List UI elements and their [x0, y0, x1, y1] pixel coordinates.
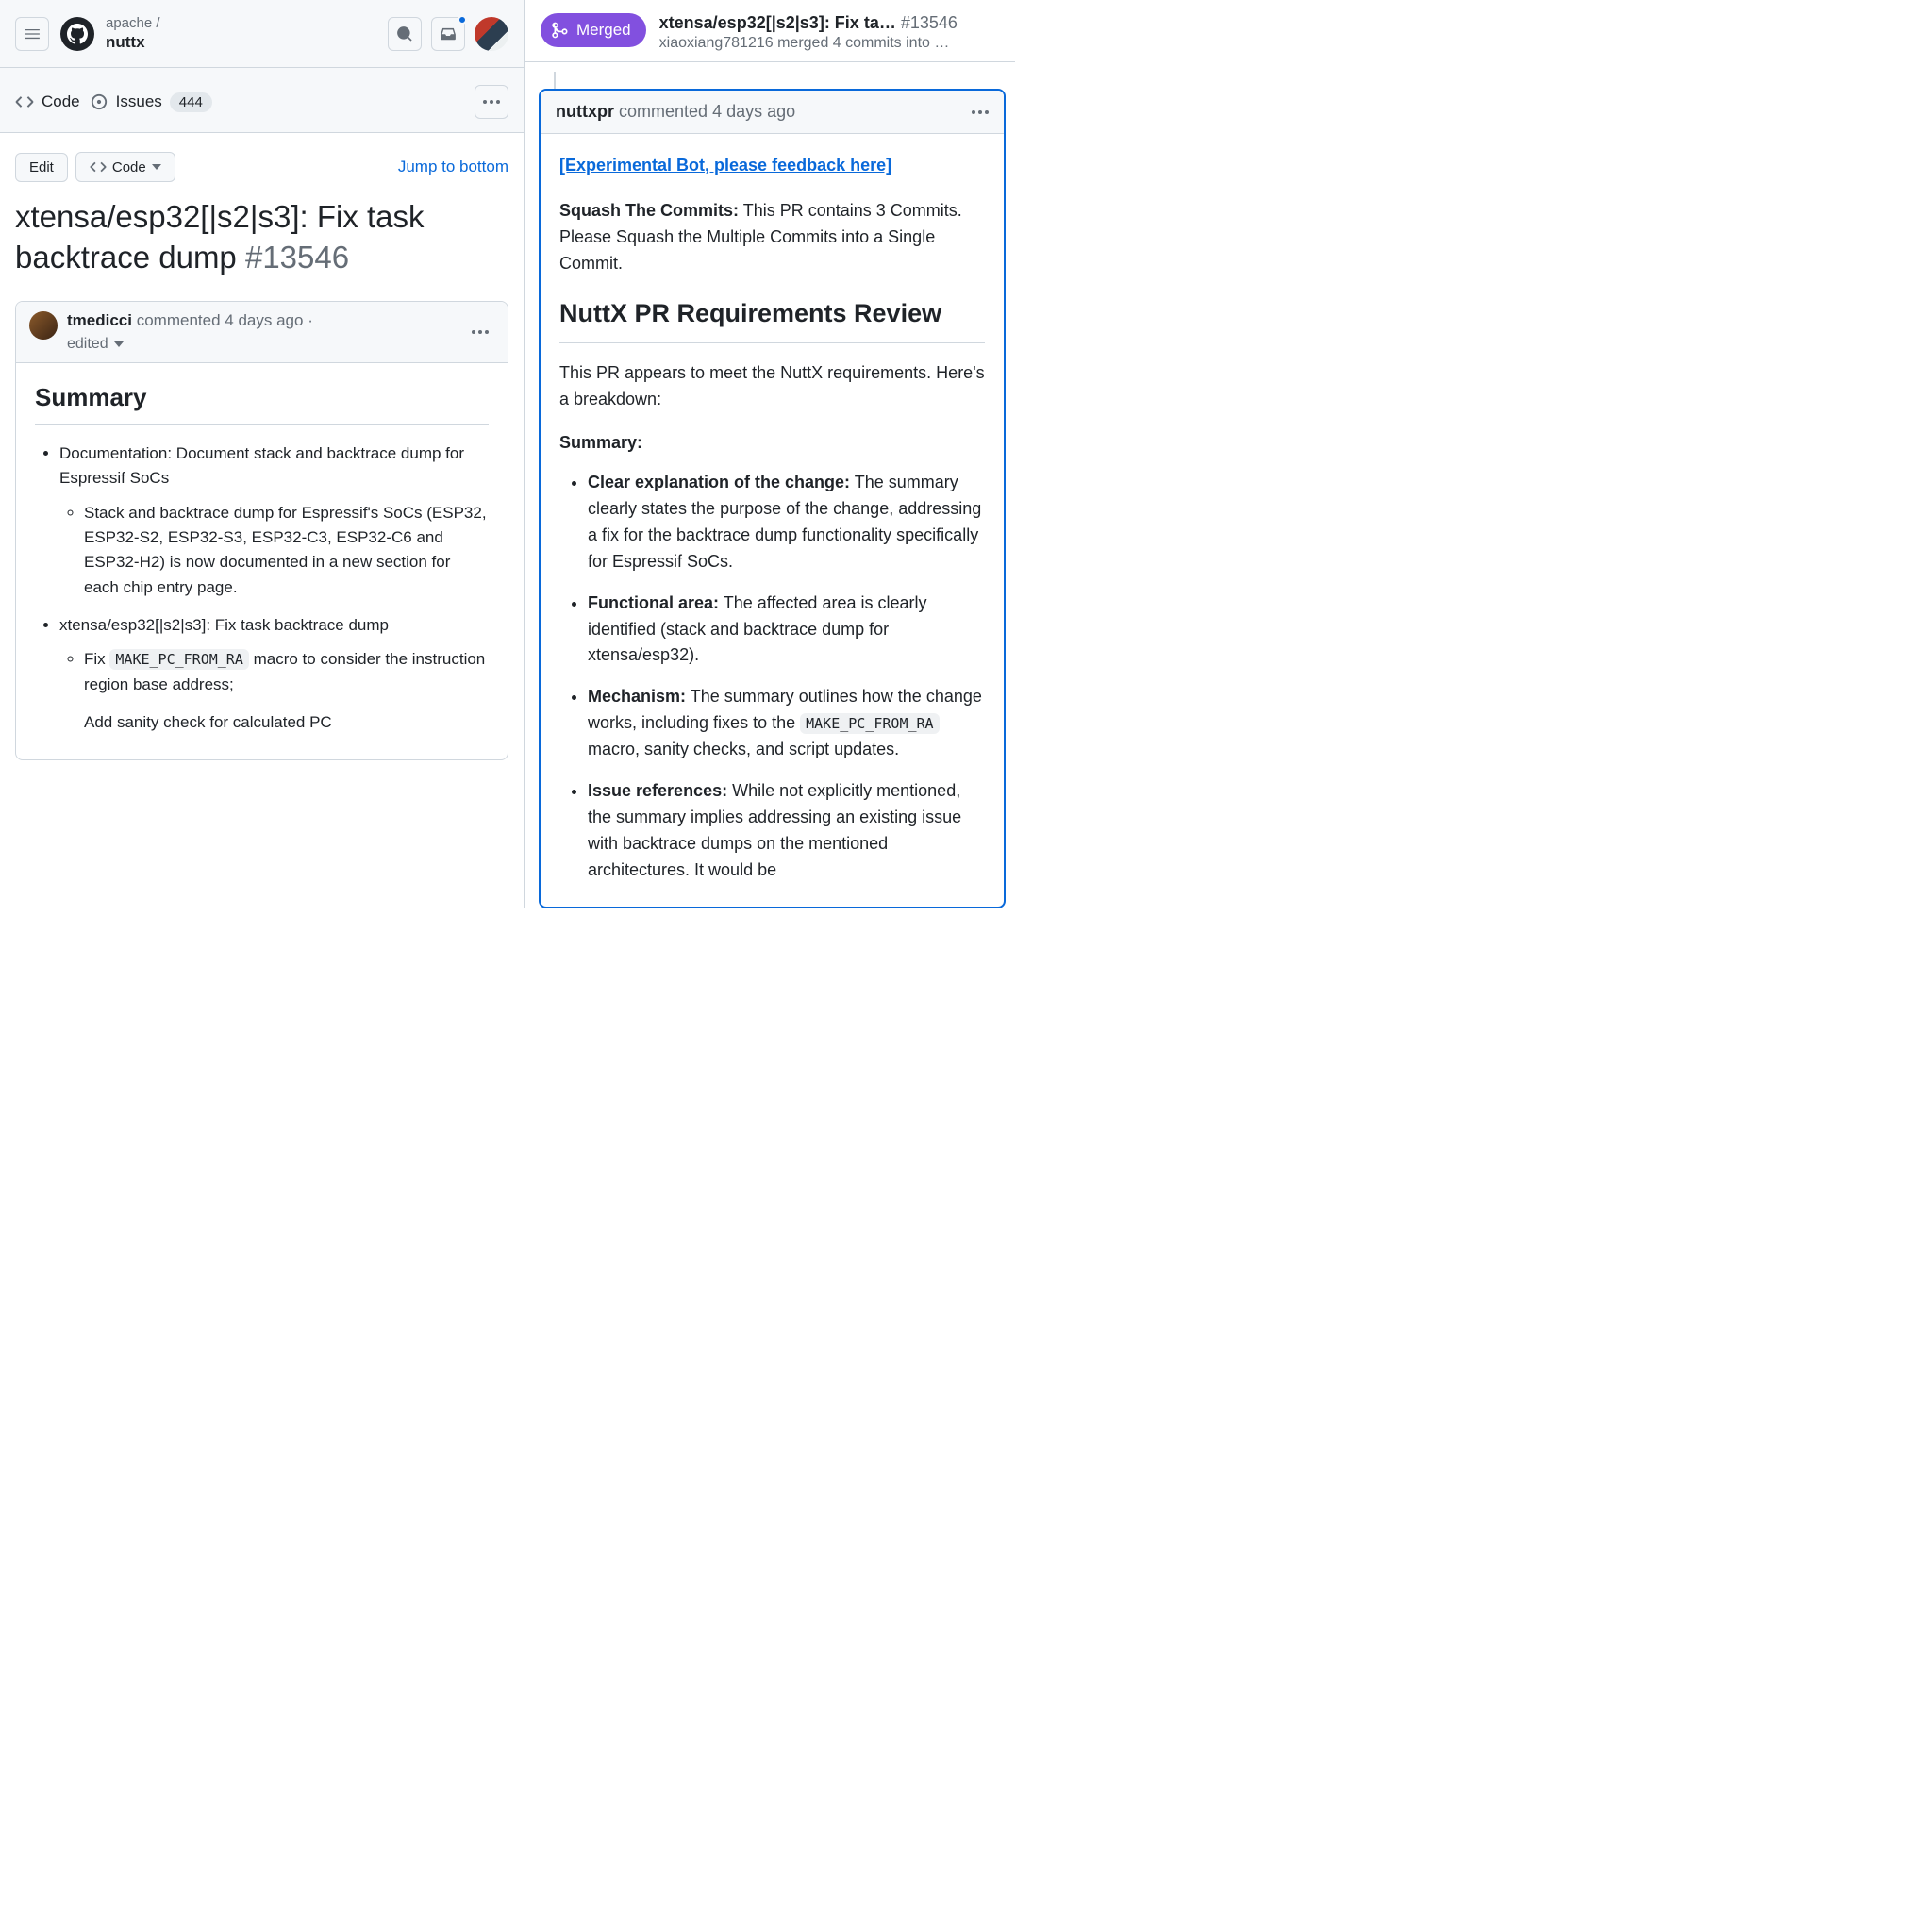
- merged-label: Merged: [576, 21, 631, 40]
- code-label: Code: [112, 159, 146, 175]
- author-avatar[interactable]: [29, 311, 58, 340]
- pr-title-text: xtensa/esp32[|s2|s3]: Fix task backtrace…: [15, 199, 425, 275]
- inbox-icon: [440, 25, 457, 42]
- right-pane: Merged xtensa/esp32[|s2|s3]: Fix ta… #13…: [525, 0, 1015, 908]
- comment-body: [Experimental Bot, please feedback here]…: [541, 134, 1004, 907]
- left-pane: apache / nuttx Code: [0, 0, 525, 908]
- pr-number: #13546: [901, 13, 958, 32]
- comment-time[interactable]: 4 days ago: [225, 311, 303, 329]
- pr-description-comment: tmedicci commented 4 days ago · edited S…: [15, 301, 508, 760]
- breadcrumb-repo[interactable]: nuttx: [106, 33, 376, 52]
- hamburger-icon: [24, 25, 41, 42]
- comment-author[interactable]: nuttxpr: [556, 102, 614, 122]
- issues-count: 444: [170, 92, 212, 112]
- comment-time[interactable]: 4 days ago: [712, 102, 795, 122]
- notification-dot: [458, 15, 467, 25]
- bot-feedback-link[interactable]: [Experimental Bot, please feedback here]: [559, 153, 891, 179]
- comment-verb: commented: [619, 102, 708, 122]
- inbox-button[interactable]: [431, 17, 465, 51]
- menu-button[interactable]: [15, 17, 49, 51]
- comment-dot: ·: [308, 311, 313, 329]
- summary-heading: Summary: [35, 378, 489, 425]
- bot-comment: nuttxpr commented 4 days ago [Experiment…: [539, 89, 1006, 908]
- edit-button[interactable]: Edit: [15, 153, 68, 182]
- git-merge-icon: [552, 22, 569, 39]
- list-item: Issue references: While not explicitly m…: [588, 778, 985, 884]
- squash-label: Squash The Commits:: [559, 201, 739, 220]
- comment-author[interactable]: tmedicci: [67, 311, 132, 329]
- code-dropdown-button[interactable]: Code: [75, 152, 175, 182]
- inline-code: MAKE_PC_FROM_RA: [109, 649, 248, 670]
- repo-nav: Code Issues 444: [0, 68, 524, 133]
- inline-code: MAKE_PC_FROM_RA: [800, 713, 939, 734]
- nav-issues[interactable]: Issues 444: [90, 92, 212, 112]
- list-item: Documentation: Document stack and backtr…: [59, 441, 489, 600]
- nav-code-label: Code: [42, 92, 80, 111]
- kebab-icon: [483, 100, 500, 104]
- list-item: Mechanism: The summary outlines how the …: [588, 684, 985, 763]
- nav-code[interactable]: Code: [15, 92, 80, 111]
- github-icon: [67, 24, 88, 44]
- list-item: Functional area: The affected area is cl…: [588, 591, 985, 670]
- chevron-down-icon: [152, 164, 161, 170]
- nav-overflow-button[interactable]: [475, 85, 508, 119]
- search-button[interactable]: [388, 17, 422, 51]
- comment-actions-button[interactable]: [466, 325, 494, 340]
- github-logo[interactable]: [60, 17, 94, 51]
- review-heading: NuttX PR Requirements Review: [559, 294, 985, 344]
- pr-title: xtensa/esp32[|s2|s3]: Fix task backtrace…: [0, 188, 524, 301]
- summary-label: Summary:: [559, 430, 985, 457]
- code-icon: [90, 158, 107, 175]
- merged-rest: merged 4 commits into …: [774, 35, 950, 51]
- pr-toolbar: Edit Code Jump to bottom: [0, 133, 524, 188]
- merged-by-user[interactable]: xiaoxiang781216: [659, 35, 774, 51]
- nav-issues-label: Issues: [116, 92, 162, 111]
- edit-label: Edit: [29, 159, 54, 175]
- timeline: [525, 62, 1015, 89]
- comment-body: Summary Documentation: Document stack an…: [16, 363, 508, 759]
- merged-badge: Merged: [541, 13, 646, 47]
- review-intro: This PR appears to meet the NuttX requir…: [559, 360, 985, 413]
- repo-header: apache / nuttx: [0, 0, 524, 68]
- list-item: Fix MAKE_PC_FROM_RA macro to consider th…: [84, 647, 489, 697]
- comment-actions-button[interactable]: [972, 110, 989, 114]
- pr-number: #13546: [245, 240, 349, 275]
- comment-verb: commented: [137, 311, 221, 329]
- edited-label[interactable]: edited: [67, 336, 108, 353]
- list-item: Stack and backtrace dump for Espressif's…: [84, 501, 489, 600]
- jump-to-bottom-link[interactable]: Jump to bottom: [398, 158, 508, 176]
- chevron-down-icon: [114, 341, 124, 347]
- pr-title-truncated: xtensa/esp32[|s2|s3]: Fix ta…: [659, 13, 896, 32]
- issue-icon: [90, 92, 108, 111]
- search-icon: [396, 25, 413, 42]
- user-avatar[interactable]: [475, 17, 508, 51]
- breadcrumb-owner[interactable]: apache /: [106, 15, 376, 31]
- pr-sticky-header: Merged xtensa/esp32[|s2|s3]: Fix ta… #13…: [525, 0, 1015, 62]
- list-item: Add sanity check for calculated PC: [84, 710, 489, 731]
- code-icon: [15, 92, 34, 111]
- list-item: xtensa/esp32[|s2|s3]: Fix task backtrace…: [59, 613, 489, 731]
- list-item: Clear explanation of the change: The sum…: [588, 470, 985, 575]
- breadcrumb[interactable]: apache / nuttx: [106, 15, 376, 52]
